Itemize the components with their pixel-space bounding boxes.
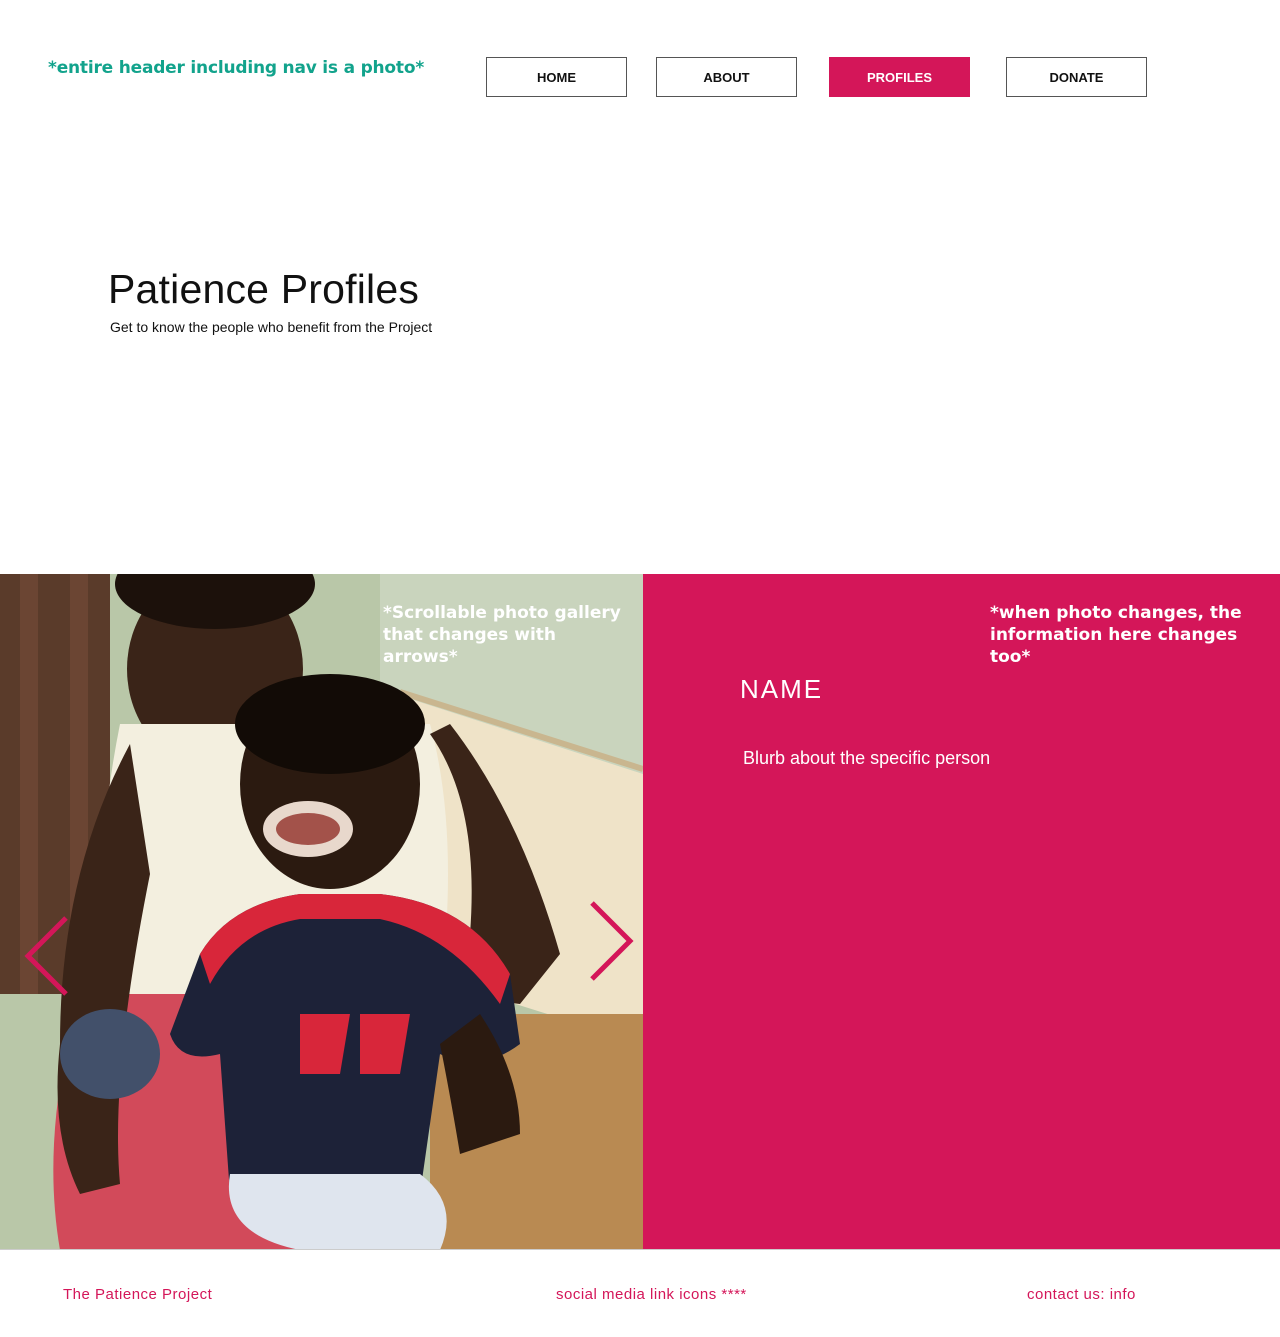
page-subtitle: Get to know the people who benefit from … (110, 319, 433, 335)
page-title: Patience Profiles (108, 266, 420, 312)
chevron-left-icon[interactable] (22, 914, 72, 998)
footer-brand[interactable]: The Patience Project (63, 1286, 212, 1303)
chevron-right-icon[interactable] (586, 899, 636, 983)
footer-social-links[interactable]: social media link icons **** (556, 1286, 747, 1303)
profile-info-annotation: *when photo changes, the information her… (990, 603, 1242, 667)
footer-divider (0, 1249, 1280, 1250)
profile-info-panel (643, 574, 1280, 1250)
profile-blurb: Blurb about the specific person (743, 748, 991, 768)
nav-about-button[interactable]: ABOUT (656, 57, 797, 97)
nav-profiles-button[interactable]: PROFILES (829, 57, 970, 97)
photo-gallery (0, 574, 643, 1250)
nav-donate-button[interactable]: DONATE (1006, 57, 1147, 97)
gallery-annotation: *Scrollable photo gallery that changes w… (383, 603, 621, 667)
footer-contact-link[interactable]: contact us: info (1027, 1286, 1136, 1303)
nav-home-button[interactable]: HOME (486, 57, 627, 97)
header-annotation: *entire header including nav is a photo* (48, 58, 425, 78)
profile-name: NAME (740, 674, 824, 704)
page: *entire header including nav is a photo*… (0, 0, 1280, 1337)
woman-and-smiling-boy-photo (0, 574, 643, 1250)
